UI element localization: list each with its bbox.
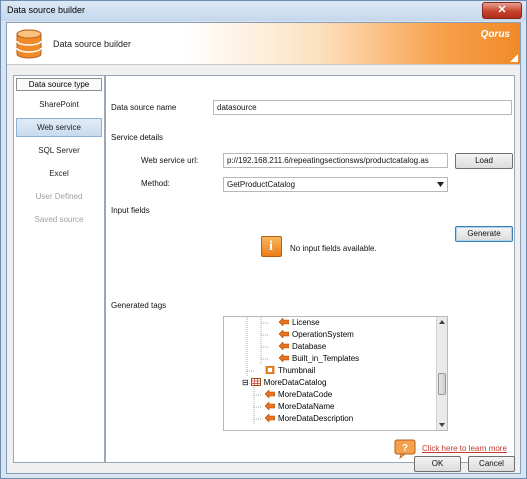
tree-node-expandable[interactable]: ⊟ MoreDataCatalog [242,377,326,389]
tree-node[interactable]: MoreDataDescription [265,413,353,425]
scroll-up-icon[interactable] [439,320,445,324]
info-icon: i [261,236,282,257]
field-arrow-icon [265,390,275,398]
tree-node[interactable]: Thumbnail [265,365,315,377]
web-service-url-input[interactable]: p://192.168.211.6/repeatingsectionsws/pr… [223,153,448,168]
generated-tags-label: Generated tags [111,301,167,310]
tree-node[interactable]: Database [279,341,326,353]
input-fields-label: Input fields [111,206,150,215]
field-arrow-icon [265,402,275,410]
field-arrow-icon [279,342,289,350]
database-icon [16,29,42,59]
header-banner: Data source builder Qorus [7,23,520,65]
dialog-client-area: Data source builder Qorus Data source ty… [6,22,521,474]
tree-node[interactable]: MoreDataCode [265,389,332,401]
method-select-value: GetProductCatalog [227,180,296,189]
tree-node[interactable]: OperationSystem [279,329,354,341]
nav-item-excel[interactable]: Excel [16,164,102,183]
datasource-name-label: Data source name [111,103,177,112]
title-bar[interactable]: Data source builder ✕ [1,1,526,21]
data-source-type-nav: Data source type SharePoint Web service … [13,75,105,463]
method-select[interactable]: GetProductCatalog [223,177,448,192]
scroll-thumb[interactable] [438,373,446,395]
method-label: Method: [141,179,170,188]
nav-item-saved-source[interactable]: Saved source [16,210,102,229]
load-button[interactable]: Load [455,153,513,169]
nav-item-web-service[interactable]: Web service [16,118,102,137]
web-service-url-label: Web service url: [141,156,199,165]
nav-item-sql-server[interactable]: SQL Server [16,141,102,160]
no-input-message: No input fields available. [290,244,377,253]
tree-node[interactable]: License [279,317,320,329]
service-details-label: Service details [111,133,164,142]
learn-more-link[interactable]: Click here to learn more [422,444,507,453]
main-panel: Data source name datasource Service deta… [105,75,515,463]
chevron-down-icon [437,182,444,187]
tree-node[interactable]: MoreDataName [265,401,334,413]
tree-node[interactable]: Built_in_Templates [279,353,359,365]
field-arrow-icon [279,354,289,362]
field-arrow-icon [265,414,275,422]
help-icon[interactable]: ? [394,439,416,459]
tree-scrollbar[interactable] [436,317,447,430]
field-arrow-icon [279,330,289,338]
ok-button[interactable]: OK [414,456,461,472]
table-icon [250,378,261,386]
nav-item-user-defined[interactable]: User Defined [16,187,102,206]
generated-tags-tree[interactable]: License OperationSystem Database Built_i… [223,316,448,431]
window-title: Data source builder [7,5,86,15]
datasource-name-input[interactable]: datasource [213,100,512,115]
svg-text:?: ? [402,443,408,454]
brand-logo: Qorus [480,29,510,40]
field-arrow-icon [279,318,289,326]
cancel-button[interactable]: Cancel [468,456,515,472]
nav-header: Data source type [16,78,102,91]
nav-item-sharepoint[interactable]: SharePoint [16,95,102,114]
collapse-toggle-icon[interactable]: ⊟ [242,378,249,387]
dialog-window: Data source builder ✕ Data source builde… [0,0,527,479]
scroll-down-icon[interactable] [439,423,445,427]
close-button[interactable]: ✕ [482,2,522,19]
generate-button[interactable]: Generate [455,226,513,242]
corner-decoration-icon [510,54,518,62]
banner-title: Data source builder [53,39,132,49]
image-field-icon [265,366,275,374]
